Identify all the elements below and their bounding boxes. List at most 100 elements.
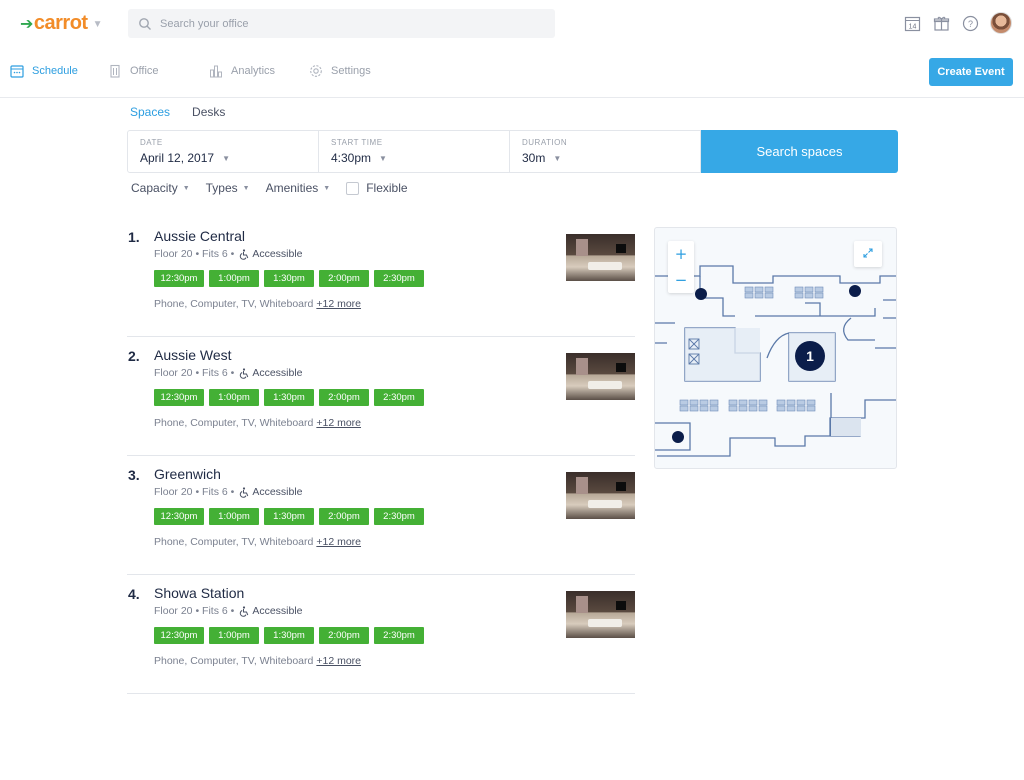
- nav-item-settings[interactable]: Settings: [309, 64, 371, 78]
- room-photo[interactable]: [566, 591, 635, 638]
- amenities-text: Phone, Computer, TV, Whiteboard: [154, 417, 314, 429]
- nav-item-analytics[interactable]: Analytics: [209, 64, 275, 78]
- types-filter[interactable]: Types ▼: [206, 181, 250, 195]
- floor-map[interactable]: 1 + −: [654, 227, 897, 469]
- time-slot-button[interactable]: 1:00pm: [209, 508, 259, 525]
- map-pin[interactable]: [672, 431, 684, 443]
- create-event-button[interactable]: Create Event: [929, 58, 1013, 86]
- more-amenities-link[interactable]: +12 more: [316, 655, 361, 667]
- room-photo[interactable]: [566, 472, 635, 519]
- amenities-filter[interactable]: Amenities ▼: [266, 181, 331, 195]
- room-floor: Floor 20: [154, 367, 193, 379]
- building-icon: [110, 64, 120, 78]
- photo-tv: [616, 244, 626, 253]
- amenities-text: Phone, Computer, TV, Whiteboard: [154, 298, 314, 310]
- date-field[interactable]: DATE April 12, 2017 ▼: [128, 131, 319, 172]
- flexible-label: Flexible: [366, 181, 408, 195]
- user-avatar[interactable]: [990, 12, 1012, 34]
- time-slot-button[interactable]: 2:30pm: [374, 270, 424, 287]
- map-pin[interactable]: [695, 288, 707, 300]
- map-pin[interactable]: [849, 285, 861, 297]
- time-slot-button[interactable]: 2:30pm: [374, 389, 424, 406]
- room-name[interactable]: Showa Station: [154, 585, 244, 601]
- time-slot-button[interactable]: 1:30pm: [264, 389, 314, 406]
- zoom-out-button[interactable]: −: [668, 267, 694, 293]
- nav-label: Office: [130, 65, 159, 77]
- expand-icon: [863, 247, 873, 258]
- time-slot-button[interactable]: 12:30pm: [154, 627, 204, 644]
- time-slot-button[interactable]: 12:30pm: [154, 389, 204, 406]
- room-floor: Floor 20: [154, 486, 193, 498]
- nav-item-schedule[interactable]: Schedule: [10, 64, 78, 78]
- duration-value: 30m: [522, 151, 546, 165]
- list-item[interactable]: 1. Aussie Central Floor 20 • Fits 6 • Ac…: [127, 218, 635, 337]
- duration-field[interactable]: DURATION 30m ▼: [510, 131, 701, 172]
- photo-table: [588, 500, 622, 508]
- capacity-filter[interactable]: Capacity ▼: [131, 181, 190, 195]
- room-accessible: Accessible: [252, 248, 303, 260]
- time-slot-button[interactable]: 2:30pm: [374, 627, 424, 644]
- nav-item-office[interactable]: Office: [108, 64, 159, 78]
- room-photo[interactable]: [566, 234, 635, 281]
- space-search-bar: DATE April 12, 2017 ▼ START TIME 4:30pm ▼ …: [127, 130, 898, 173]
- carrot-logo[interactable]: ➔ carrot ▼: [20, 12, 103, 35]
- help-icon[interactable]: ?: [961, 14, 980, 33]
- search-spaces-button[interactable]: Search spaces: [701, 130, 898, 173]
- tab-desks[interactable]: Desks: [192, 105, 225, 119]
- start-time-field[interactable]: START TIME 4:30pm ▼: [319, 131, 510, 172]
- room-meta: Floor 20 • Fits 6 • Accessible: [154, 248, 303, 260]
- result-number: 2.: [128, 348, 140, 364]
- types-label: Types: [205, 181, 238, 195]
- gift-icon[interactable]: [932, 14, 951, 33]
- nav-label: Analytics: [231, 65, 276, 77]
- time-slot-button[interactable]: 1:30pm: [264, 508, 314, 525]
- time-slot-button[interactable]: 12:30pm: [154, 508, 204, 525]
- time-slot-button[interactable]: 2:30pm: [374, 508, 424, 525]
- wheelchair-icon: [240, 486, 249, 498]
- room-photo[interactable]: [566, 353, 635, 400]
- calendar-today-icon[interactable]: 14: [903, 14, 922, 33]
- chevron-down-icon: ▼: [182, 184, 190, 192]
- search-icon: [139, 17, 151, 30]
- list-item[interactable]: 2. Aussie West Floor 20 • Fits 6 • Acces…: [127, 337, 635, 456]
- room-name[interactable]: Aussie Central: [154, 228, 245, 244]
- room-name[interactable]: Aussie West: [154, 347, 232, 363]
- result-number: 4.: [128, 586, 140, 602]
- room-name[interactable]: Greenwich: [154, 466, 221, 482]
- time-slot-button[interactable]: 1:00pm: [209, 270, 259, 287]
- room-meta: Floor 20 • Fits 6 • Accessible: [154, 367, 303, 379]
- svg-text:?: ?: [968, 19, 973, 29]
- room-accessible: Accessible: [252, 367, 303, 379]
- room-meta: Floor 20 • Fits 6 • Accessible: [154, 486, 303, 498]
- expand-map-button[interactable]: [854, 241, 882, 267]
- more-amenities-link[interactable]: +12 more: [316, 417, 361, 429]
- time-slot-button[interactable]: 2:00pm: [319, 270, 369, 287]
- office-search[interactable]: [128, 9, 555, 38]
- time-slot-button[interactable]: 1:00pm: [209, 389, 259, 406]
- date-label: DATE: [140, 138, 163, 147]
- time-slot-button[interactable]: 2:00pm: [319, 508, 369, 525]
- flexible-filter[interactable]: Flexible: [346, 181, 408, 195]
- time-slot-button[interactable]: 1:30pm: [264, 270, 314, 287]
- time-slot-button[interactable]: 1:30pm: [264, 627, 314, 644]
- calendar-day-number: 14: [909, 23, 917, 30]
- time-slot-button[interactable]: 2:00pm: [319, 389, 369, 406]
- tab-spaces[interactable]: Spaces: [130, 105, 170, 119]
- amenities-label: Amenities: [265, 181, 319, 195]
- more-amenities-link[interactable]: +12 more: [316, 298, 361, 310]
- time-slot-button[interactable]: 12:30pm: [154, 270, 204, 287]
- room-amenities: Phone, Computer, TV, Whiteboard +12 more: [154, 298, 361, 310]
- more-amenities-link[interactable]: +12 more: [316, 536, 361, 548]
- chevron-down-icon: ▼: [222, 153, 230, 163]
- flexible-checkbox[interactable]: [346, 181, 360, 195]
- logo-text: carrot: [33, 12, 88, 34]
- search-input[interactable]: [160, 17, 540, 30]
- time-slot-button[interactable]: 2:00pm: [319, 627, 369, 644]
- list-item[interactable]: 3. Greenwich Floor 20 • Fits 6 • Accessi…: [127, 456, 635, 575]
- time-slot-button[interactable]: 1:00pm: [209, 627, 259, 644]
- space-type-tabs: Spaces Desks: [130, 105, 225, 119]
- zoom-in-button[interactable]: +: [668, 241, 694, 267]
- room-meta: Floor 20 • Fits 6 • Accessible: [154, 605, 303, 617]
- room-floor: Floor 20: [154, 605, 193, 617]
- list-item[interactable]: 4. Showa Station Floor 20 • Fits 6 • Acc…: [127, 575, 635, 694]
